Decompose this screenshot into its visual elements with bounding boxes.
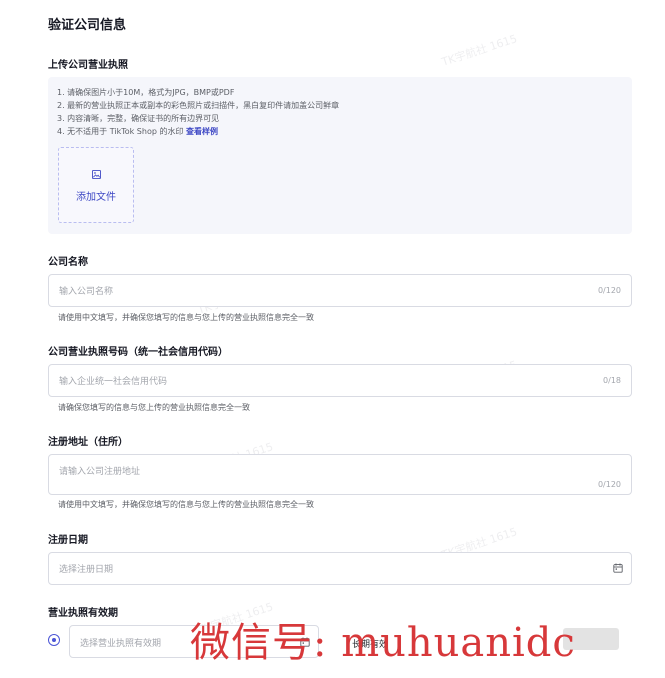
upload-tips: 1. 请确保图片小于10M，格式为JPG，BMP或PDF 2. 最新的营业执照正…: [57, 86, 339, 138]
char-counter: 0/18: [603, 376, 621, 385]
char-counter: 0/120: [597, 480, 621, 489]
company-name-input[interactable]: 输入公司名称 0/120: [48, 274, 632, 307]
add-file-label: 添加文件: [76, 192, 116, 203]
license-upload-panel: 1. 请确保图片小于10M，格式为JPG，BMP或PDF 2. 最新的营业执照正…: [48, 77, 632, 234]
watermark: TK宇航社 1615: [440, 32, 519, 69]
upload-tip: 3. 内容清晰，完整，确保证书的所有边界可见: [57, 114, 220, 123]
registered-address-placeholder: 请输入公司注册地址: [59, 467, 141, 477]
company-name-hint: 请使用中文填写，并确保您填写的信息与您上传的营业执照信息完全一致: [58, 313, 314, 322]
view-example-link[interactable]: 查看样例: [186, 127, 218, 136]
registration-date-placeholder: 选择注册日期: [59, 565, 114, 575]
calendar-icon: [613, 563, 623, 573]
registered-address-label: 注册地址（住所）: [48, 437, 128, 448]
registration-date-picker[interactable]: 选择注册日期: [48, 552, 632, 585]
license-validity-label: 营业执照有效期: [48, 608, 118, 619]
company-name-placeholder: 输入公司名称: [59, 287, 114, 297]
char-counter: 0/120: [597, 286, 621, 295]
license-number-input[interactable]: 输入企业统一社会信用代码 0/18: [48, 364, 632, 397]
license-number-hint: 请确保您填写的信息与您上传的营业执照信息完全一致: [58, 403, 250, 412]
license-validity-placeholder: 选择营业执照有效期: [80, 639, 162, 649]
license-upload-label: 上传公司营业执照: [48, 60, 128, 71]
upload-tip-watermark-row: 4. 无不适用于 TikTok Shop 的水印 查看样例: [57, 125, 339, 138]
image-icon: [92, 170, 101, 179]
add-file-button[interactable]: 添加文件: [58, 147, 134, 223]
registered-address-textarea[interactable]: 请输入公司注册地址 0/120: [48, 454, 632, 495]
validity-date-radio[interactable]: [48, 634, 60, 646]
registration-date-label: 注册日期: [48, 535, 88, 546]
upload-tip: 1. 请确保图片小于10M，格式为JPG，BMP或PDF: [57, 88, 235, 97]
verify-company-page: TK宇航社 1615 TK宇航社 1615 TK宇航社 1615 TK宇航社 1…: [0, 0, 665, 678]
upload-tip: 2. 最新的营业执照正本或副本的彩色照片或扫描件，黑白复印件请加盖公司鲜章: [57, 101, 340, 110]
upload-tip: 4. 无不适用于 TikTok Shop 的水印: [57, 127, 187, 136]
company-name-label: 公司名称: [48, 257, 88, 268]
registered-address-hint: 请使用中文填写，并确保您填写的信息与您上传的营业执照信息完全一致: [58, 500, 314, 509]
page-title: 验证公司信息: [48, 18, 127, 33]
wechat-overlay-text: 微信号: muhuanidc: [190, 620, 576, 666]
license-number-label: 公司营业执照号码（统一社会信用代码）: [48, 347, 228, 358]
license-number-placeholder: 输入企业统一社会信用代码: [59, 377, 168, 387]
